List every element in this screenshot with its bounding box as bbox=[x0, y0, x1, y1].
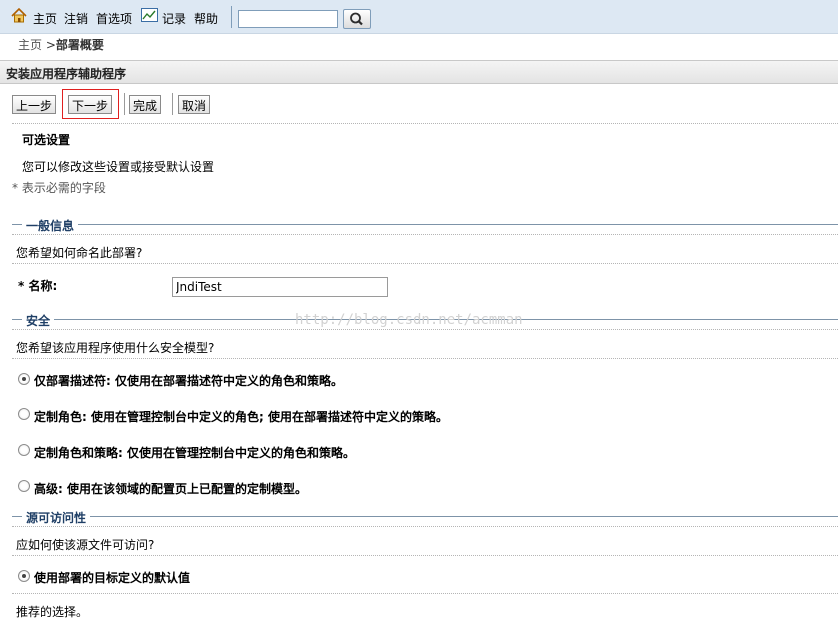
button-divider bbox=[124, 93, 125, 115]
cancel-button[interactable]: 取消 bbox=[178, 95, 211, 114]
section-title: 安全 bbox=[22, 312, 55, 329]
nav-preferences-link[interactable]: 首选项 bbox=[96, 10, 132, 27]
divider bbox=[12, 263, 838, 264]
optional-settings-description: 您可以修改这些设置或接受默认设置 bbox=[22, 160, 215, 174]
home-icon[interactable] bbox=[11, 7, 27, 26]
next-button[interactable]: 下一步 bbox=[68, 95, 113, 114]
general-info-section: 一般信息 bbox=[12, 217, 838, 234]
security-model-question: 您希望该应用程序使用什么安全模型? bbox=[16, 341, 215, 355]
page-title: 安装应用程序辅助程序 bbox=[6, 67, 127, 81]
breadcrumb: 主页 >部署概要 bbox=[18, 36, 104, 53]
security-option-advanced-radio[interactable] bbox=[18, 480, 30, 492]
security-option-custom-roles-policies-radio[interactable] bbox=[18, 444, 30, 456]
divider bbox=[12, 593, 838, 594]
breadcrumb-separator: > bbox=[45, 38, 56, 52]
page-header: 安装应用程序辅助程序 bbox=[0, 60, 838, 84]
divider bbox=[12, 329, 838, 330]
optional-settings-heading: 可选设置 bbox=[22, 133, 71, 147]
nav-record-link[interactable]: 记录 bbox=[162, 10, 186, 27]
button-divider bbox=[172, 93, 173, 115]
deployment-name-input[interactable] bbox=[172, 277, 388, 297]
divider bbox=[12, 526, 838, 527]
security-option-custom-roles-label[interactable]: 定制角色: 使用在管理控制台中定义的角色; 使用在部署描述符中定义的策略。 bbox=[34, 408, 448, 425]
search-input[interactable] bbox=[238, 10, 338, 28]
section-line bbox=[12, 516, 838, 517]
divider bbox=[12, 555, 838, 556]
chart-icon[interactable] bbox=[141, 8, 158, 25]
watermark: http://blog.csdn.net/acmman bbox=[295, 312, 523, 328]
search-button[interactable] bbox=[343, 9, 371, 29]
divider bbox=[12, 123, 838, 124]
breadcrumb-current: 部署概要 bbox=[55, 38, 104, 52]
magnifier-icon bbox=[350, 12, 363, 26]
security-option-custom-roles-radio[interactable] bbox=[18, 408, 30, 420]
toolbar-divider bbox=[231, 6, 232, 28]
name-field-label: * 名称: bbox=[18, 279, 58, 293]
section-title: 源可访问性 bbox=[22, 509, 91, 526]
section-title: 一般信息 bbox=[22, 217, 79, 234]
section-line bbox=[12, 224, 838, 225]
source-accessibility-section: 源可访问性 bbox=[12, 509, 838, 526]
security-option-dd-only-radio[interactable] bbox=[18, 373, 30, 385]
required-fields-note: * 表示必需的字段 bbox=[12, 181, 106, 195]
source-access-question: 应如何使该源文件可访问? bbox=[16, 538, 155, 552]
source-option-default-radio[interactable] bbox=[18, 570, 30, 582]
security-option-advanced-label[interactable]: 高级: 使用在该领域的配置页上已配置的定制模型。 bbox=[34, 480, 307, 497]
top-nav-bar: 主页 注销 首选项 记录 帮助 bbox=[0, 0, 838, 34]
security-option-dd-only-label[interactable]: 仅部署描述符: 仅使用在部署描述符中定义的角色和策略。 bbox=[34, 372, 343, 389]
nav-help-link[interactable]: 帮助 bbox=[194, 10, 218, 27]
divider bbox=[12, 234, 838, 235]
deployment-name-question: 您希望如何命名此部署? bbox=[16, 246, 143, 260]
security-option-custom-roles-policies-label[interactable]: 定制角色和策略: 仅使用在管理控制台中定义的角色和策略。 bbox=[34, 444, 355, 461]
nav-home-link[interactable]: 主页 bbox=[33, 10, 57, 27]
breadcrumb-home-link[interactable]: 主页 bbox=[18, 38, 42, 52]
source-option-default-label[interactable]: 使用部署的目标定义的默认值 bbox=[34, 569, 190, 586]
nav-logout-link[interactable]: 注销 bbox=[64, 10, 88, 27]
back-button[interactable]: 上一步 bbox=[12, 95, 57, 114]
divider bbox=[12, 358, 838, 359]
recommended-choice-note: 推荐的选择。 bbox=[16, 605, 89, 619]
finish-button[interactable]: 完成 bbox=[129, 95, 162, 114]
